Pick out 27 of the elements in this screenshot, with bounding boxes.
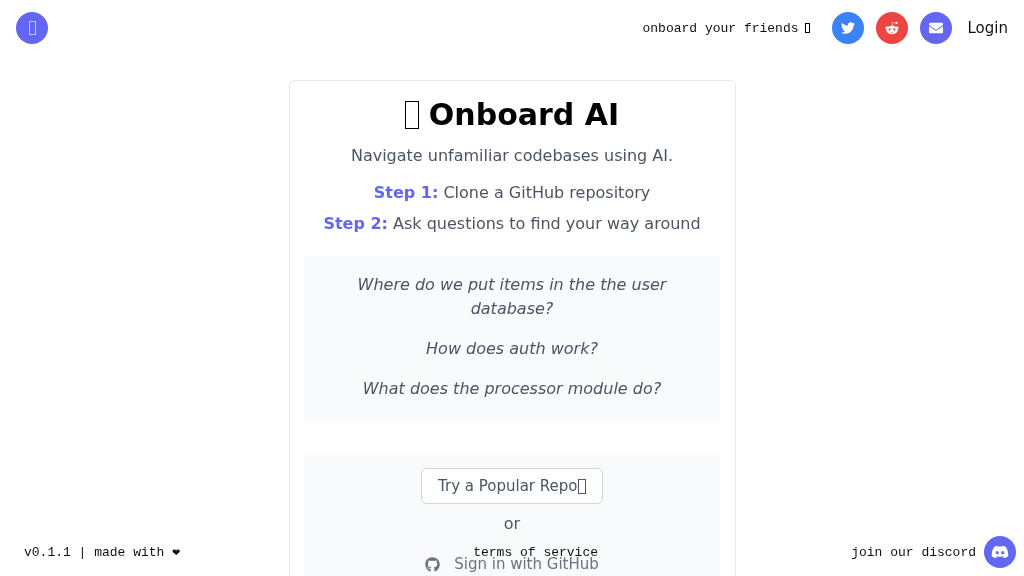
discord-button[interactable] [984, 536, 1016, 568]
glyph-icon [804, 23, 810, 33]
step-text: Step 1: Clone a GitHub repository [373, 183, 651, 202]
glyph-icon [578, 478, 586, 494]
or-text: or [503, 514, 521, 533]
alien-icon [884, 21, 899, 35]
app-title: Onboard AI [428, 97, 620, 132]
github-icon [425, 556, 441, 572]
envelope-icon [928, 21, 943, 35]
email-button[interactable] [919, 12, 952, 44]
example-question[interactable]: Where do we put items in the the user database? [347, 273, 677, 321]
login-link[interactable]: Login [967, 19, 1008, 37]
version-text: v0.1.1 | made with ❤ [24, 544, 181, 560]
glyph-icon [404, 100, 419, 129]
twitter-button[interactable] [831, 12, 864, 44]
reddit-button[interactable] [875, 12, 908, 44]
tagline: Navigate unfamiliar codebases using AI. [350, 146, 674, 165]
example-question[interactable]: What does the processor module do? [347, 377, 677, 401]
discord-link[interactable]: join our discord [851, 544, 976, 560]
step-text: Step 2: Ask questions to find your way around [323, 214, 701, 233]
glyph-icon [28, 21, 36, 35]
example-question[interactable]: How does auth work? [347, 337, 677, 361]
discord-icon [991, 543, 1009, 561]
logo-badge[interactable] [16, 12, 48, 44]
try-repo-button[interactable]: Try a Popular Repo [421, 468, 603, 504]
share-label[interactable]: onboard your friends [642, 20, 799, 36]
bird-icon [840, 21, 855, 35]
